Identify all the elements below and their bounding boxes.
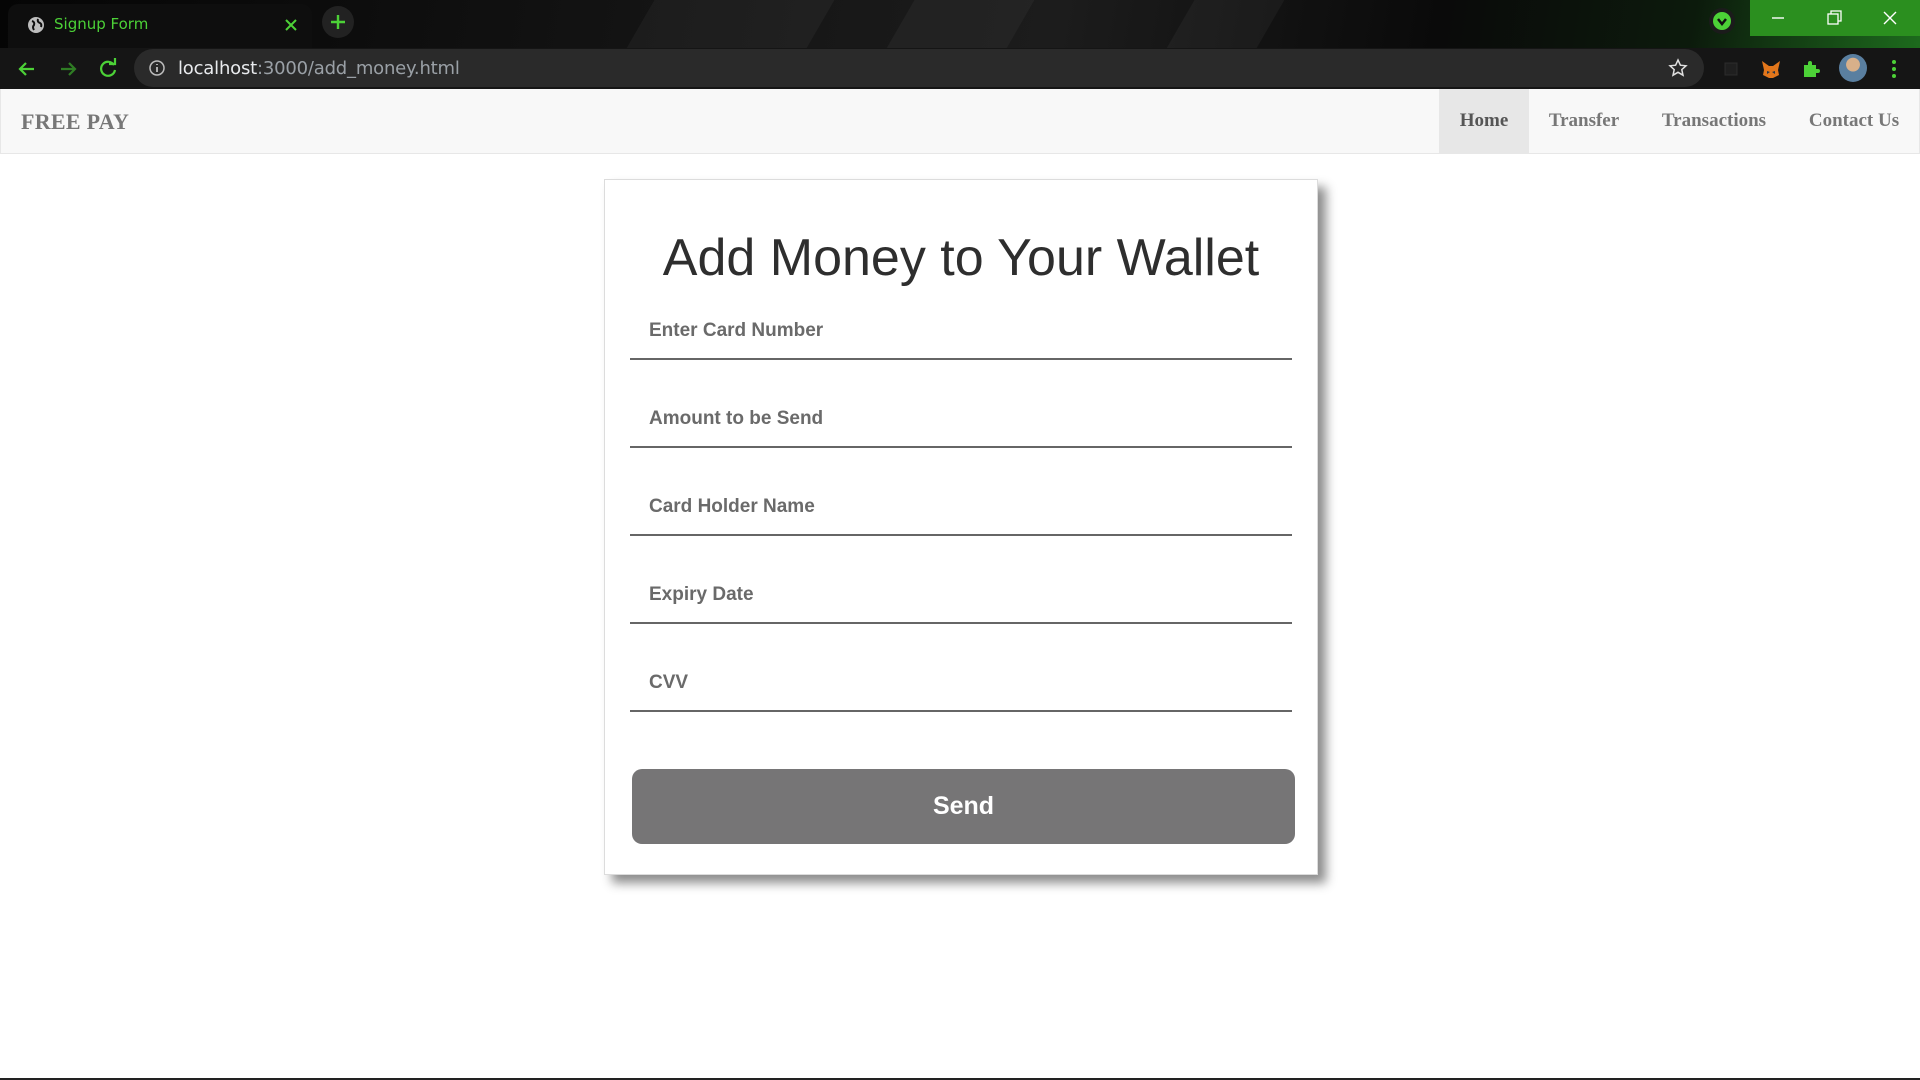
card-holder-name-input[interactable] bbox=[630, 480, 1292, 534]
nav-item-transactions[interactable]: Transactions bbox=[1639, 89, 1789, 153]
cvv-field[interactable] bbox=[630, 656, 1292, 712]
info-icon[interactable] bbox=[148, 59, 166, 77]
star-icon[interactable] bbox=[1668, 58, 1688, 78]
site-navbar: FREE PAY Home Transfer Transactions Cont… bbox=[0, 89, 1920, 154]
globe-icon bbox=[28, 17, 44, 33]
window-close-button[interactable] bbox=[1862, 0, 1920, 36]
square-icon[interactable] bbox=[1719, 57, 1743, 81]
nav-item-transfer[interactable]: Transfer bbox=[1529, 89, 1639, 153]
url-text: localhost:3000/add_money.html bbox=[178, 58, 460, 79]
nav-item-home[interactable]: Home bbox=[1439, 89, 1529, 153]
form-title: Add Money to Your Wallet bbox=[662, 229, 1260, 287]
close-icon[interactable] bbox=[280, 14, 302, 36]
brand-logo[interactable]: FREE PAY bbox=[21, 109, 129, 135]
restore-button[interactable] bbox=[1806, 0, 1862, 36]
browser-toolbar: localhost:3000/add_money.html bbox=[0, 48, 1920, 89]
arrow-left-icon[interactable] bbox=[14, 56, 40, 82]
address-bar[interactable]: localhost:3000/add_money.html bbox=[134, 49, 1704, 87]
send-button[interactable]: Send bbox=[632, 769, 1295, 844]
tab-strip: Signup Form bbox=[0, 0, 1920, 48]
cvv-input[interactable] bbox=[630, 656, 1292, 710]
puzzle-icon[interactable] bbox=[1799, 57, 1823, 81]
url-path: :3000/add_money.html bbox=[257, 58, 460, 79]
profile-badge-icon[interactable] bbox=[1709, 8, 1735, 34]
arrow-right-icon[interactable] bbox=[55, 56, 81, 82]
tab-signup-form[interactable]: Signup Form bbox=[8, 4, 312, 48]
page-content: FREE PAY Home Transfer Transactions Cont… bbox=[0, 89, 1920, 1080]
card-number-input[interactable] bbox=[630, 304, 1292, 358]
avatar[interactable] bbox=[1839, 54, 1867, 82]
amount-input[interactable] bbox=[630, 392, 1292, 446]
url-host: localhost bbox=[178, 58, 257, 79]
close-icon bbox=[1883, 11, 1897, 25]
restore-icon bbox=[1827, 10, 1842, 25]
kebab-menu-icon[interactable] bbox=[1882, 57, 1906, 81]
add-money-form: Add Money to Your Wallet Send bbox=[604, 179, 1318, 875]
tab-title: Signup Form bbox=[54, 15, 149, 33]
amount-field[interactable] bbox=[630, 392, 1292, 448]
plus-icon bbox=[331, 15, 345, 29]
nav-item-contact-us[interactable]: Contact Us bbox=[1789, 89, 1919, 153]
card-holder-name-field[interactable] bbox=[630, 480, 1292, 536]
expiry-date-field[interactable] bbox=[630, 568, 1292, 624]
card-number-field[interactable] bbox=[630, 304, 1292, 360]
expiry-date-input[interactable] bbox=[630, 568, 1292, 622]
minimize-button[interactable] bbox=[1750, 0, 1806, 36]
new-tab-button[interactable] bbox=[322, 6, 354, 38]
reload-icon[interactable] bbox=[95, 56, 121, 82]
minimize-icon bbox=[1772, 17, 1784, 19]
fox-icon[interactable] bbox=[1759, 57, 1783, 81]
